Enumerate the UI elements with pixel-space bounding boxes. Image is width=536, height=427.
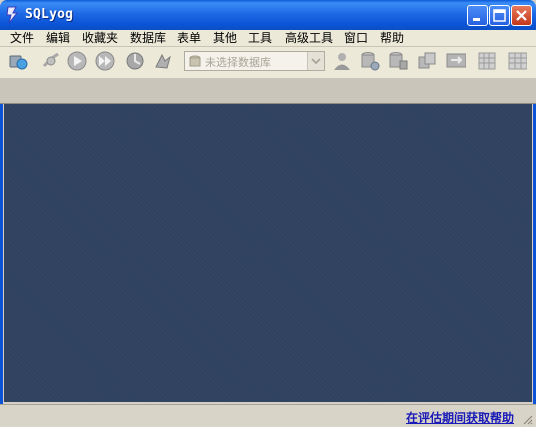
chevron-down-icon: [311, 58, 321, 65]
user-manager-icon[interactable]: [332, 51, 352, 71]
backup-icon[interactable]: [360, 51, 380, 71]
database-icon: [189, 55, 201, 67]
menu-favorites[interactable]: 收藏夹: [82, 30, 118, 46]
table-structure-icon[interactable]: [507, 51, 527, 71]
maximize-icon: [493, 9, 506, 22]
database-select[interactable]: 未选择数据库: [184, 51, 325, 71]
resize-grip-icon[interactable]: [521, 413, 533, 425]
close-icon: [516, 10, 527, 21]
menu-tools[interactable]: 工具: [248, 30, 272, 46]
maximize-button[interactable]: [489, 5, 510, 26]
status-bar: 在评估期间获取帮助: [0, 404, 536, 427]
menu-edit[interactable]: 编辑: [46, 30, 70, 46]
database-select-dropdown[interactable]: [307, 52, 324, 70]
evaluation-help-link[interactable]: 在评估期间获取帮助: [406, 409, 514, 426]
menu-other[interactable]: 其他: [213, 30, 237, 46]
stop-icon[interactable]: [153, 51, 173, 71]
refresh-icon[interactable]: [125, 51, 145, 71]
menu-file[interactable]: 文件: [10, 30, 34, 46]
disconnect-icon[interactable]: [41, 51, 61, 71]
menu-advanced-tools[interactable]: 高级工具: [285, 30, 333, 46]
execute-query-icon[interactable]: [67, 51, 87, 71]
sqlyog-logo-icon: [6, 6, 19, 24]
table-grid-icon[interactable]: [477, 51, 497, 71]
mdi-workspace[interactable]: [4, 104, 532, 402]
menu-help[interactable]: 帮助: [380, 30, 404, 46]
new-connection-icon[interactable]: [8, 51, 28, 71]
menu-bar: 文件 编辑 收藏夹 数据库 表单 其他 工具 高级工具 窗口 帮助: [0, 30, 536, 47]
execute-all-icon[interactable]: [95, 51, 115, 71]
sync-icon[interactable]: [446, 51, 466, 71]
menu-database[interactable]: 数据库: [130, 30, 166, 46]
minimize-button[interactable]: [467, 5, 488, 26]
close-button[interactable]: [511, 5, 532, 26]
app-window: SQLyog 文件 编辑 收藏夹 数据库 表单 其他 工具 高级工具 窗口 帮助: [0, 0, 536, 427]
minimize-icon: [473, 18, 480, 21]
menu-window[interactable]: 窗口: [344, 30, 368, 46]
title-bar[interactable]: SQLyog: [0, 0, 536, 30]
window-title: SQLyog: [25, 7, 74, 22]
menu-table[interactable]: 表单: [177, 30, 201, 46]
toolbar-extension: [0, 78, 536, 104]
database-select-value: 未选择数据库: [205, 56, 271, 69]
copy-database-icon[interactable]: [417, 51, 437, 71]
restore-icon[interactable]: [388, 51, 408, 71]
